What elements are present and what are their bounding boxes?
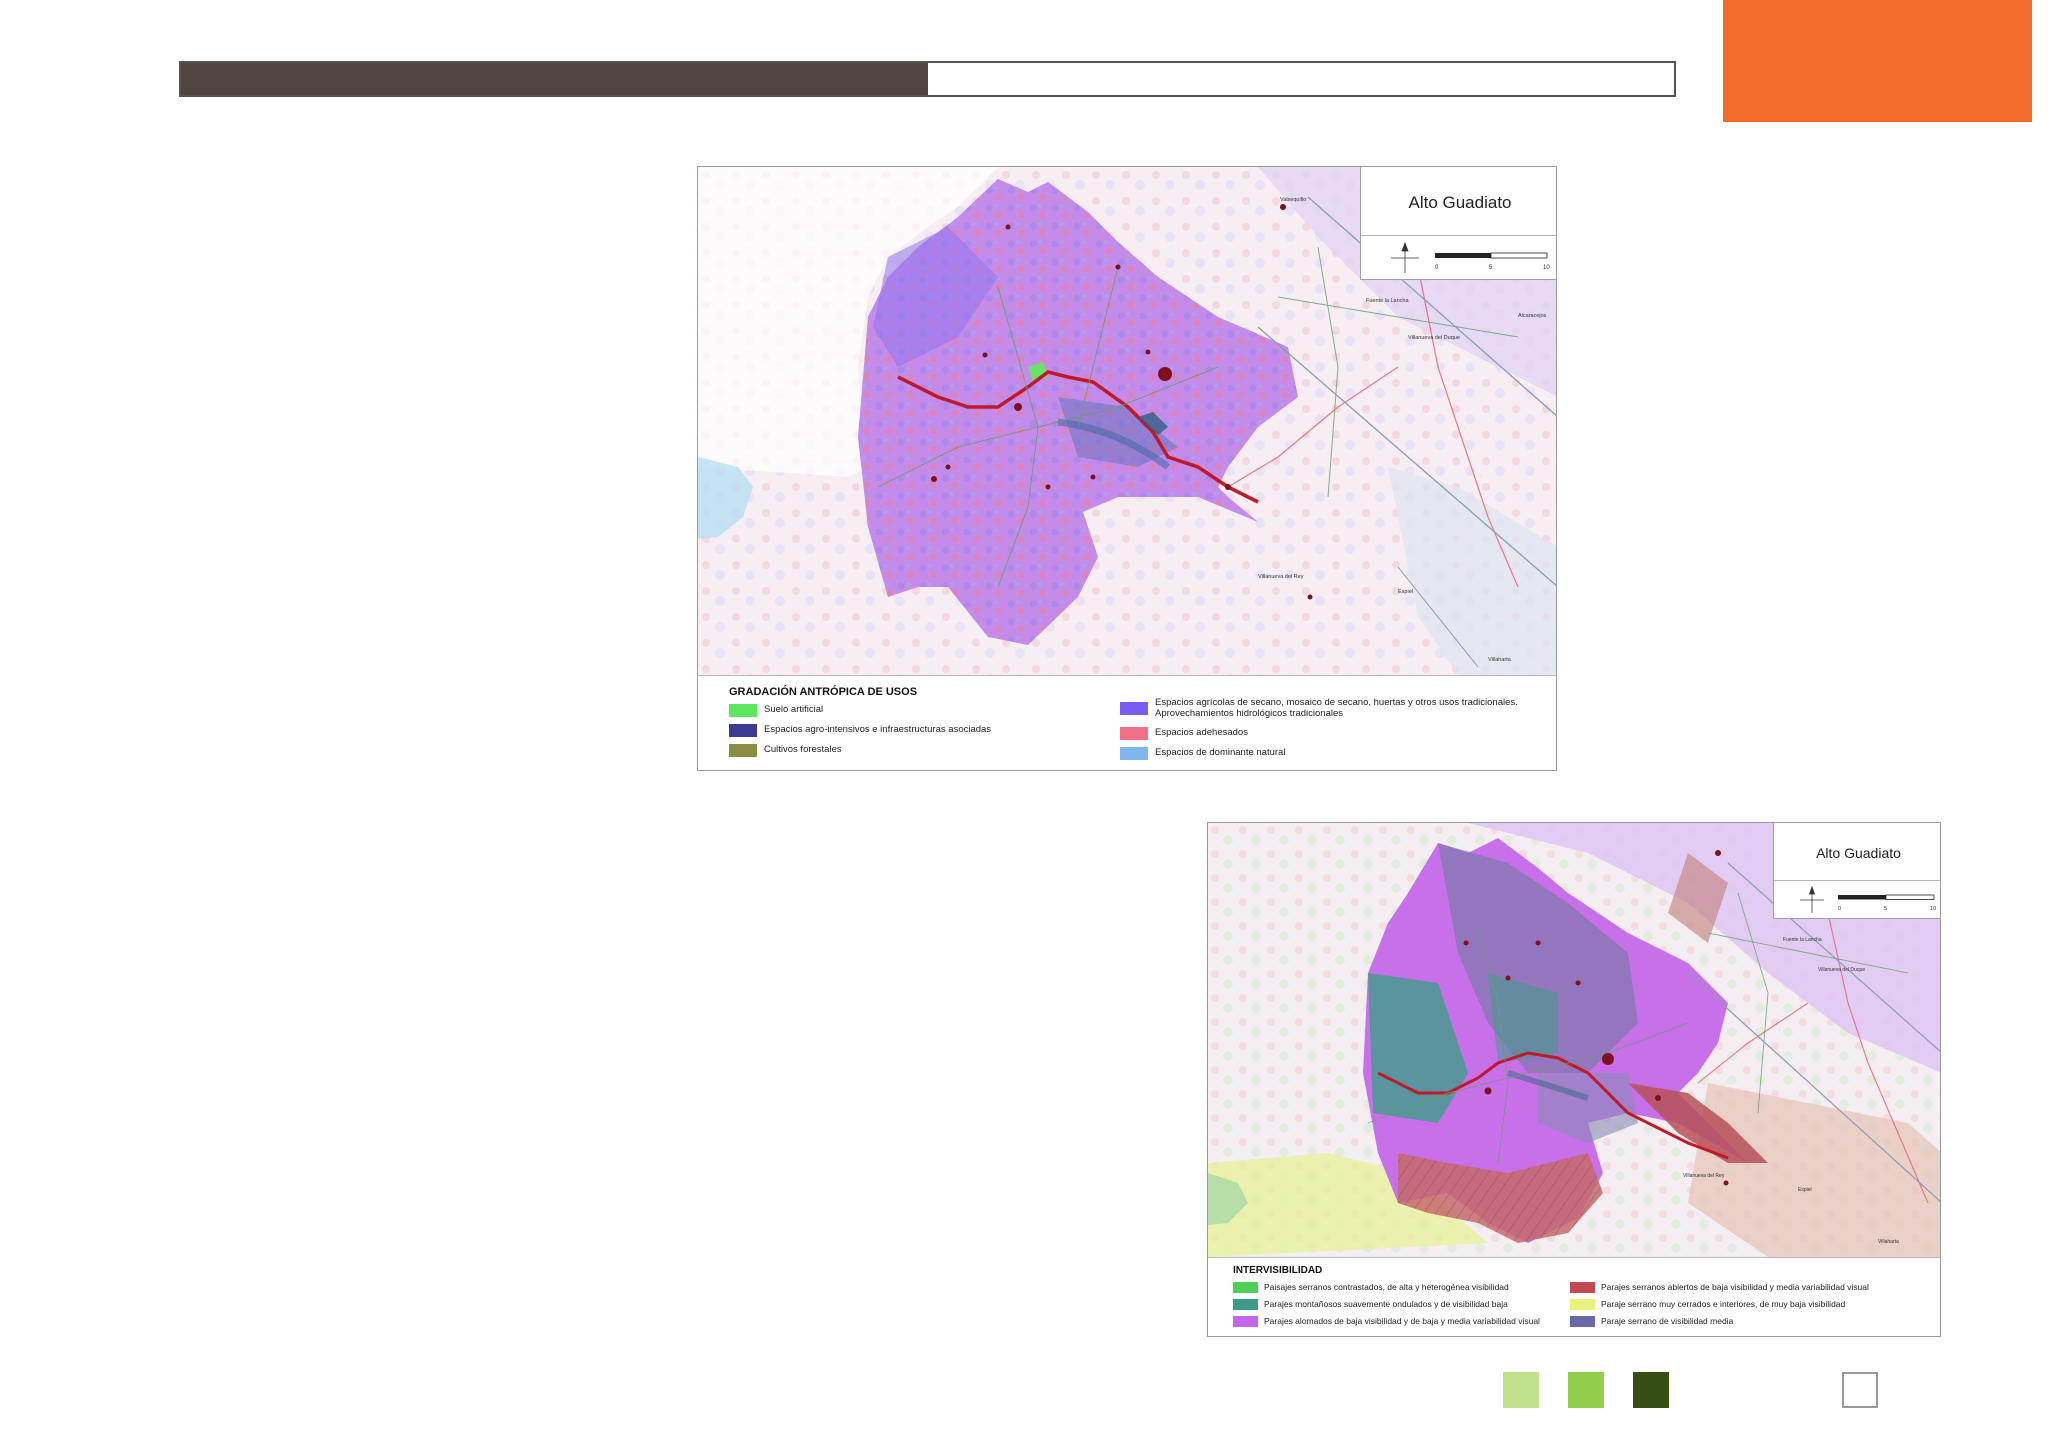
legend-swatch <box>1570 1316 1595 1327</box>
legend-label: Espacios agrícolas de secano, mosaico de… <box>1155 697 1518 719</box>
legend-swatch <box>729 724 757 737</box>
legend-swatch <box>1570 1282 1595 1293</box>
legend-label: Espacios agro-intensivos e infraestructu… <box>764 724 992 736</box>
intervisibility-map-panel: Fuente la Lancha Villanueva del Duque Vi… <box>1207 822 1941 1337</box>
light-green-square <box>1503 1372 1539 1408</box>
legend-swatch <box>729 744 757 757</box>
legend-label: Espacios de dominante natural <box>1155 747 1286 759</box>
empty-square <box>1842 1372 1878 1408</box>
legend-label: Paraje serrano de visibilidad media <box>1601 1315 1734 1326</box>
legend-swatch <box>1233 1299 1258 1310</box>
map-title-box: Alto Guadiato 0 5 10 <box>1773 823 1940 919</box>
land-use-map-panel: Valsequillo Fuente la Lancha Villanueva … <box>697 166 1557 771</box>
legend-swatch <box>1233 1316 1258 1327</box>
legend-label: Espacios adehesados <box>1155 727 1248 739</box>
place-label: Villanueva del Duque <box>1408 335 1460 341</box>
scale-tick: 0 <box>1435 265 1439 271</box>
place-label: Espiel <box>1798 1187 1812 1193</box>
legend-label: Paisajes serranos contrastados, de alta … <box>1264 1281 1509 1292</box>
place-label: Villaharta <box>1878 1239 1899 1245</box>
legend-swatch <box>1120 702 1148 716</box>
legend-item: Suelo artificial <box>729 704 823 717</box>
scale-tick: 0 <box>1838 906 1841 912</box>
legend-label: Suelo artificial <box>764 704 824 716</box>
scale-tick: 5 <box>1884 906 1887 912</box>
legend-label: Parajes alomados de baja visibilidad y d… <box>1264 1315 1540 1326</box>
dark-green-square <box>1633 1372 1669 1408</box>
north-arrow-icon <box>1800 885 1824 913</box>
section-progress-bar <box>179 61 1676 97</box>
title-divider <box>1774 880 1940 881</box>
legend-item: Cultivos forestales <box>729 744 842 757</box>
map-title: Alto Guadiato <box>1816 845 1901 861</box>
legend-item: Espacios adehesados <box>1120 727 1248 740</box>
legend-title: GRADACIÓN ANTRÓPICA DE USOS <box>729 686 918 698</box>
map-legend: GRADACIÓN ANTRÓPICA DE USOS Suelo artifi… <box>698 675 1556 770</box>
legend-item: Espacios agro-intensivos e infraestructu… <box>729 724 991 737</box>
place-label: Valsequillo <box>1280 197 1306 203</box>
legend-swatch <box>1233 1282 1258 1293</box>
scale-bar: 0 5 10 <box>1800 885 1936 913</box>
place-label: Villanueva del Rey <box>1683 1173 1725 1179</box>
legend-label: Parajes serranos abiertos de baja visibi… <box>1601 1281 1869 1292</box>
legend-item: Espacios de dominante natural <box>1120 747 1285 760</box>
scale-tick: 10 <box>1930 906 1936 912</box>
legend-item: Paraje serrano de visibilidad media <box>1570 1316 1733 1327</box>
scale-tick: 5 <box>1489 265 1493 271</box>
north-arrow-icon <box>1391 241 1419 273</box>
section-progress-fill <box>181 63 928 95</box>
legend-label: Parajes montañosos suavemente ondulados … <box>1264 1298 1508 1309</box>
title-divider <box>1361 235 1556 236</box>
legend-item: Paisajes serranos contrastados, de alta … <box>1233 1282 1509 1293</box>
legend-swatch <box>1120 727 1148 740</box>
orange-corner-tab <box>1723 0 2032 122</box>
legend-item: Parajes montañosos suavemente ondulados … <box>1233 1299 1508 1310</box>
legend-item: Parajes serranos abiertos de baja visibi… <box>1570 1282 1869 1293</box>
place-label: Villanueva del Rey <box>1258 574 1304 580</box>
map-legend: INTERVISIBILIDAD Paisajes serranos contr… <box>1208 1257 1940 1336</box>
map-title-box: Alto Guadiato 0 5 10 <box>1360 167 1556 280</box>
place-label: Fuente la Lancha <box>1366 298 1409 304</box>
scale-tick: 10 <box>1543 265 1550 271</box>
scale-bar: 0 5 10 <box>1391 241 1550 273</box>
green-square <box>1568 1372 1604 1408</box>
legend-item: Espacios agrícolas de secano, mosaico de… <box>1120 697 1530 720</box>
place-label: Villanueva del Duque <box>1818 967 1865 973</box>
legend-swatch <box>1120 747 1148 760</box>
legend-label: Cultivos forestales <box>764 744 842 756</box>
legend-item: Paraje serrano muy cerrados e interiores… <box>1570 1299 1845 1310</box>
legend-item: Parajes alomados de baja visibilidad y d… <box>1233 1316 1540 1327</box>
map-title: Alto Guadiato <box>1408 193 1512 212</box>
legend-swatch <box>1570 1299 1595 1310</box>
place-label: Espiel <box>1398 589 1413 595</box>
legend-swatch <box>729 704 757 717</box>
legend-label: Paraje serrano muy cerrados e interiores… <box>1601 1298 1846 1309</box>
place-label: Villaharta <box>1488 657 1512 663</box>
legend-title: INTERVISIBILIDAD <box>1233 1265 1323 1276</box>
place-label: Alcaracejos <box>1518 313 1547 319</box>
place-label: Fuente la Lancha <box>1783 937 1822 943</box>
